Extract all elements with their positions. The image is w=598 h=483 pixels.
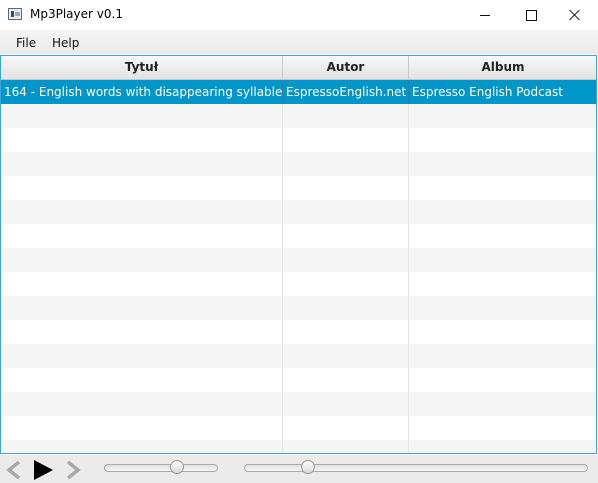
cell-author xyxy=(283,416,409,440)
play-icon xyxy=(34,460,53,480)
next-icon xyxy=(66,460,81,480)
table-row[interactable] xyxy=(1,176,596,200)
cell-album xyxy=(409,128,596,152)
window-title: Mp3Player v0.1 xyxy=(30,7,123,21)
cell-author xyxy=(283,272,409,296)
cell-title xyxy=(1,368,283,392)
previous-button[interactable] xyxy=(3,459,25,481)
cell-author xyxy=(283,176,409,200)
menu-bar: File Help xyxy=(0,30,598,54)
progress-slider-thumb[interactable] xyxy=(301,460,315,474)
play-button[interactable] xyxy=(32,459,54,481)
table-row[interactable] xyxy=(1,248,596,272)
cell-album xyxy=(409,200,596,224)
progress-slider[interactable] xyxy=(244,460,588,474)
table-row[interactable] xyxy=(1,320,596,344)
table-row[interactable] xyxy=(1,272,596,296)
table-row[interactable] xyxy=(1,152,596,176)
maximize-icon xyxy=(525,9,537,21)
cell-album xyxy=(409,104,596,128)
table-row[interactable] xyxy=(1,392,596,416)
cell-author xyxy=(283,200,409,224)
minimize-button[interactable] xyxy=(462,0,508,30)
cell-author xyxy=(283,224,409,248)
menu-file[interactable]: File xyxy=(16,36,36,50)
cell-title: 164 - English words with disappearing sy… xyxy=(1,80,283,104)
cell-title xyxy=(1,128,283,152)
cell-author xyxy=(283,368,409,392)
cell-album xyxy=(409,392,596,416)
cell-title xyxy=(1,440,283,453)
cell-title xyxy=(1,224,283,248)
cell-author: EspressoEnglish.net xyxy=(283,80,409,104)
maximize-button[interactable] xyxy=(508,0,554,30)
cell-author xyxy=(283,392,409,416)
table-header: Tytuł Autor Album xyxy=(1,56,596,80)
close-button[interactable] xyxy=(552,0,598,30)
table-row[interactable] xyxy=(1,368,596,392)
table-row[interactable] xyxy=(1,128,596,152)
cell-title xyxy=(1,272,283,296)
column-header-album[interactable]: Album xyxy=(409,56,596,79)
cell-title xyxy=(1,248,283,272)
table-row[interactable] xyxy=(1,224,596,248)
table-row[interactable]: 164 - English words with disappearing sy… xyxy=(1,80,596,104)
volume-slider[interactable] xyxy=(104,460,218,474)
cell-title xyxy=(1,104,283,128)
cell-album xyxy=(409,416,596,440)
column-header-title[interactable]: Tytuł xyxy=(1,56,283,79)
table-row[interactable] xyxy=(1,296,596,320)
cell-title xyxy=(1,344,283,368)
cell-album xyxy=(409,344,596,368)
cell-author xyxy=(283,344,409,368)
cell-title xyxy=(1,392,283,416)
app-icon xyxy=(8,8,22,20)
table-row[interactable] xyxy=(1,104,596,128)
table-row[interactable] xyxy=(1,440,596,453)
cell-author xyxy=(283,248,409,272)
menu-help[interactable]: Help xyxy=(52,36,79,50)
cell-title xyxy=(1,200,283,224)
cell-album xyxy=(409,368,596,392)
cell-author xyxy=(283,440,409,453)
track-table[interactable]: Tytuł Autor Album 164 - English words wi… xyxy=(0,55,597,454)
cell-title xyxy=(1,296,283,320)
cell-album xyxy=(409,176,596,200)
table-row[interactable] xyxy=(1,416,596,440)
prev-icon xyxy=(6,460,21,480)
cell-author xyxy=(283,152,409,176)
cell-author xyxy=(283,128,409,152)
table-row[interactable] xyxy=(1,344,596,368)
cell-author xyxy=(283,296,409,320)
column-header-author[interactable]: Autor xyxy=(283,56,409,79)
title-bar: Mp3Player v0.1 xyxy=(0,0,598,30)
cell-album: Espresso English Podcast xyxy=(409,80,596,104)
cell-album xyxy=(409,152,596,176)
volume-slider-thumb[interactable] xyxy=(170,460,184,474)
cell-album xyxy=(409,248,596,272)
cell-title xyxy=(1,320,283,344)
cell-title xyxy=(1,152,283,176)
close-icon xyxy=(569,9,581,21)
cell-title xyxy=(1,176,283,200)
cell-album xyxy=(409,224,596,248)
minimize-icon xyxy=(480,14,490,16)
cell-author xyxy=(283,320,409,344)
cell-album xyxy=(409,440,596,453)
cell-author xyxy=(283,104,409,128)
cell-album xyxy=(409,296,596,320)
cell-album xyxy=(409,272,596,296)
cell-title xyxy=(1,416,283,440)
table-row[interactable] xyxy=(1,200,596,224)
cell-album xyxy=(409,320,596,344)
next-button[interactable] xyxy=(62,459,84,481)
